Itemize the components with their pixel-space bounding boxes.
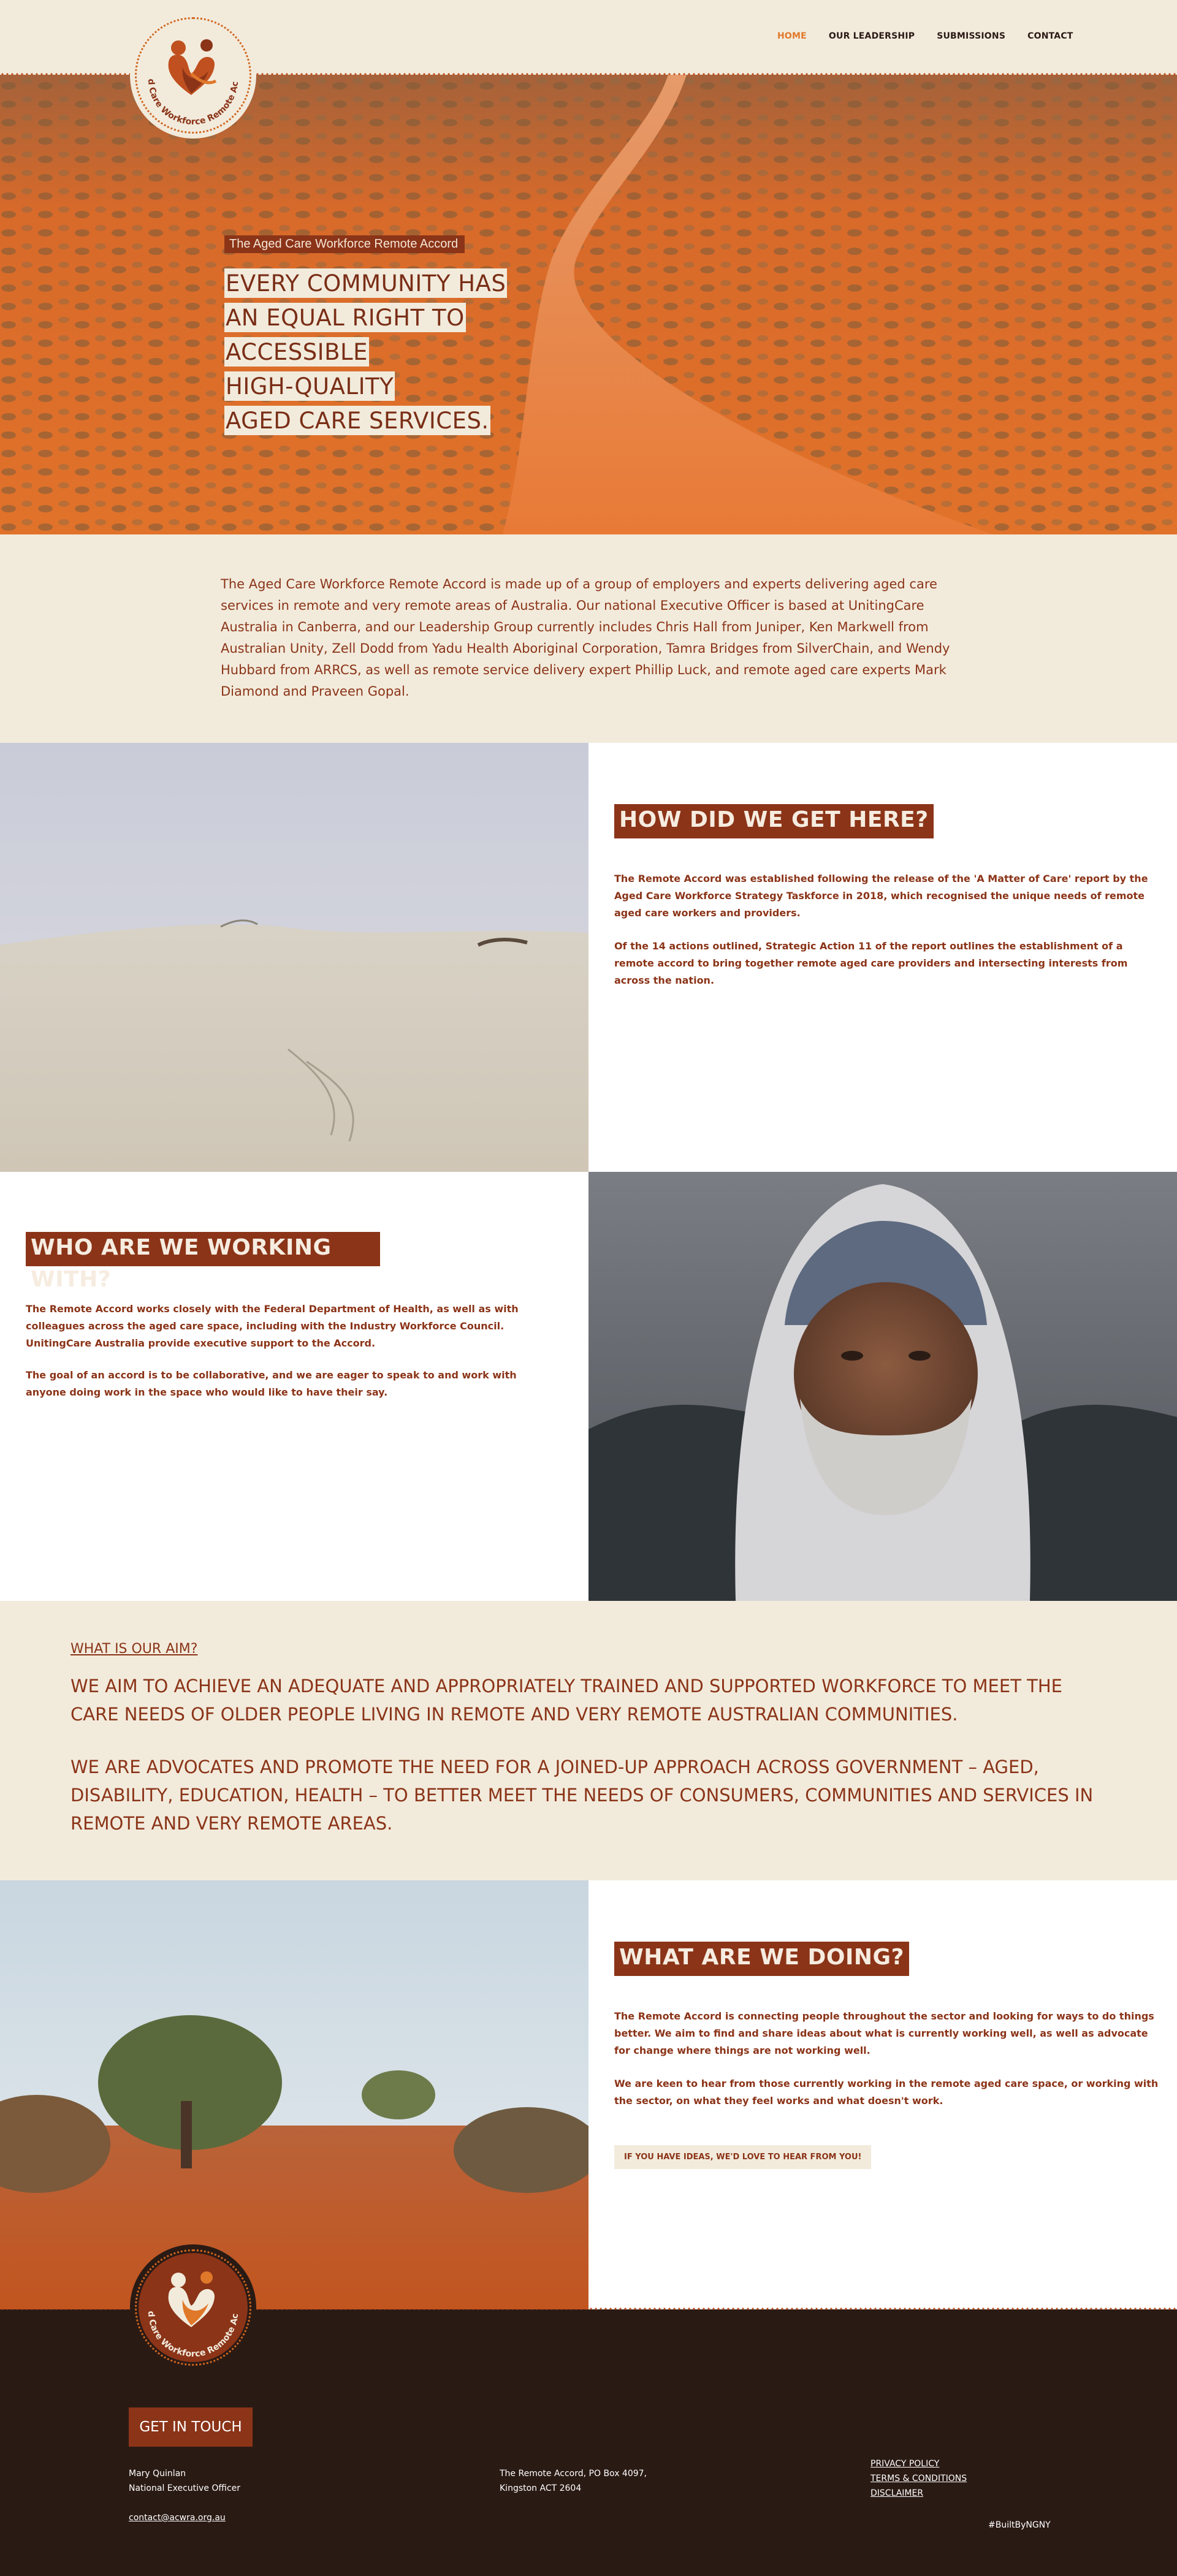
nav-our-leadership[interactable]: OUR LEADERSHIP: [829, 31, 915, 41]
doing-paragraph-1: The Remote Accord is connecting people t…: [614, 2010, 1154, 2056]
hero-outback-road-image: [0, 75, 1177, 534]
main-nav: HOME OUR LEADERSHIP SUBMISSIONS CONTACT: [777, 31, 1095, 41]
hero-line: AGED CARE SERVICES.: [224, 406, 490, 435]
site-logo[interactable]: Aged Care Workforce Remote Accord: [130, 12, 256, 139]
nav-contact[interactable]: CONTACT: [1027, 31, 1073, 41]
hero-line: AN EQUAL RIGHT TO: [224, 303, 466, 332]
who-section: WHO ARE WE WORKING WITH? The Remote Acco…: [0, 1172, 1177, 1601]
aim-section: WHAT IS OUR AIM? WE AIM TO ACHIEVE AN AD…: [0, 1601, 1177, 1880]
how-paragraph-2: Of the 14 actions outlined, Strategic Ac…: [614, 940, 1128, 986]
nav-home[interactable]: HOME: [777, 31, 807, 41]
address-line-2: Kingston ACT 2604: [500, 2483, 582, 2493]
footer-logo[interactable]: Aged Care Workforce Remote Accord: [130, 2244, 256, 2371]
logo-mark-icon: Aged Care Workforce Remote Accord: [130, 2244, 240, 2359]
hero-line: HIGH-QUALITY: [224, 371, 395, 401]
footer-contact: Mary Quinlan National Executive Officer …: [129, 2466, 240, 2525]
how-section: HOW DID WE GET HERE? The Remote Accord w…: [0, 743, 1177, 1172]
contact-role: National Executive Officer: [129, 2483, 241, 2493]
hero-line: ACCESSIBLE: [224, 337, 369, 367]
ideas-cta-button[interactable]: IF YOU HAVE IDEAS, WE'D LOVE TO HEAR FRO…: [614, 2145, 872, 2169]
intro-section: The Aged Care Workforce Remote Accord is…: [0, 534, 1177, 743]
aim-label-link[interactable]: WHAT IS OUR AIM?: [70, 1641, 197, 1657]
outback-trees-image: [0, 1880, 588, 2309]
aim-statement-2: WE ARE ADVOCATES AND PROMOTE THE NEED FO…: [70, 1757, 1094, 1834]
privacy-policy-link[interactable]: PRIVACY POLICY: [870, 2456, 967, 2471]
hero-eyebrow: The Aged Care Workforce Remote Accord: [224, 235, 465, 253]
logo-mark-icon: Aged Care Workforce Remote Accord: [130, 12, 240, 127]
doing-paragraph-2: We are keen to hear from those currently…: [614, 2078, 1159, 2107]
how-text-panel: HOW DID WE GET HERE? The Remote Accord w…: [588, 743, 1177, 1172]
footer-address: The Remote Accord, PO Box 4097, Kingston…: [500, 2466, 647, 2496]
terms-link[interactable]: TERMS & CONDITIONS: [870, 2471, 967, 2486]
nav-submissions[interactable]: SUBMISSIONS: [937, 31, 1005, 41]
section-title: WHAT ARE WE DOING?: [614, 1942, 909, 1976]
grassland-image: [0, 743, 588, 1172]
contact-name: Mary Quinlan: [129, 2469, 186, 2479]
hero-line: EVERY COMMUNITY HAS: [224, 268, 508, 298]
built-by-credit-link[interactable]: #BuiltByNGNY: [988, 2518, 1051, 2532]
hero-headline: EVERY COMMUNITY HAS AN EQUAL RIGHT TO AC…: [224, 268, 508, 440]
who-text-panel: WHO ARE WE WORKING WITH? The Remote Acco…: [0, 1172, 588, 1601]
aim-statement-1: WE AIM TO ACHIEVE AN ADEQUATE AND APPROP…: [70, 1676, 1062, 1725]
elder-portrait-image: [588, 1172, 1177, 1601]
hero-banner: The Aged Care Workforce Remote Accord EV…: [0, 75, 1177, 534]
who-paragraph-2: The goal of an accord is to be collabora…: [26, 1369, 517, 1398]
section-title: HOW DID WE GET HERE?: [614, 804, 934, 838]
address-line-1: The Remote Accord, PO Box 4097,: [500, 2469, 647, 2479]
doing-text-panel: WHAT ARE WE DOING? The Remote Accord is …: [588, 1880, 1177, 2309]
who-paragraph-1: The Remote Accord works closely with the…: [26, 1303, 519, 1349]
footer-legal-links: PRIVACY POLICY TERMS & CONDITIONS DISCLA…: [870, 2456, 967, 2501]
disclaimer-link[interactable]: DISCLAIMER: [870, 2486, 967, 2501]
section-title: WHO ARE WE WORKING WITH?: [26, 1232, 380, 1292]
how-paragraph-1: The Remote Accord was established follow…: [614, 873, 1148, 919]
intro-text: The Aged Care Workforce Remote Accord is…: [221, 577, 950, 699]
contact-email-link[interactable]: contact@acwra.org.au: [129, 2510, 240, 2525]
get-in-touch-button[interactable]: GET IN TOUCH: [129, 2407, 253, 2447]
